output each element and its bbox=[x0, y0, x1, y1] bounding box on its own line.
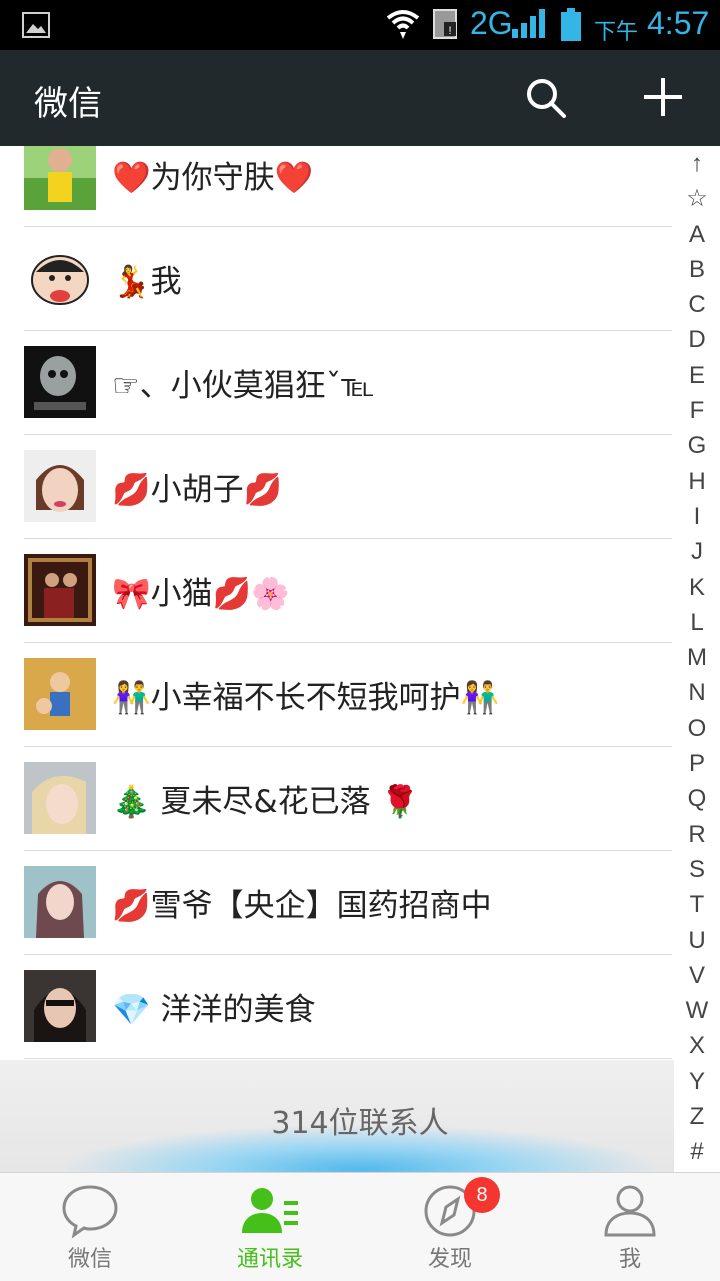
tab-label: 发现 bbox=[427, 1247, 472, 1272]
contact-row[interactable]: 💃我 bbox=[24, 226, 672, 331]
index-letter[interactable]: J bbox=[674, 534, 720, 569]
contact-name: 💎 洋洋的美食 bbox=[112, 992, 316, 1028]
tab-chats[interactable]: 微信 bbox=[0, 1173, 180, 1281]
plus-icon bbox=[644, 78, 682, 116]
search-button[interactable] bbox=[524, 76, 568, 120]
index-letter[interactable]: W bbox=[674, 993, 720, 1028]
status-bar: ! 2G 下午 4:57 bbox=[0, 0, 720, 50]
contact-count-footer: 314位联系人 bbox=[0, 1060, 674, 1172]
tab-label: 微信 bbox=[67, 1247, 112, 1272]
index-letter[interactable]: ↑ bbox=[674, 146, 720, 181]
index-letter[interactable]: C bbox=[674, 287, 720, 322]
index-letter[interactable]: E bbox=[674, 358, 720, 393]
index-letter[interactable]: O bbox=[674, 711, 720, 746]
signal-icon bbox=[512, 9, 545, 38]
index-letter[interactable]: F bbox=[674, 393, 720, 428]
sim-card-icon: ! bbox=[433, 9, 457, 39]
index-letter[interactable]: M bbox=[674, 640, 720, 675]
contact-row[interactable]: 🎄 夏未尽&花已落 🌹 bbox=[24, 746, 672, 851]
index-letter[interactable]: G bbox=[674, 428, 720, 463]
search-icon bbox=[527, 79, 566, 118]
battery-icon bbox=[561, 8, 581, 41]
index-letter[interactable]: I bbox=[674, 499, 720, 534]
bottom-nav: 微信 通讯录 8 发现 我 bbox=[0, 1172, 720, 1281]
alphabet-index[interactable]: ↑ ☆ A B C D E F G H I J K L M N O P Q R S T U V W X Y Z # bbox=[674, 146, 720, 1170]
index-letter[interactable]: H bbox=[674, 464, 720, 499]
index-letter[interactable]: X bbox=[674, 1028, 720, 1063]
index-letter[interactable]: Z bbox=[674, 1099, 720, 1134]
index-letter[interactable]: Q bbox=[674, 781, 720, 816]
contact-row[interactable]: 🎀小猫💋🌸 bbox=[24, 538, 672, 643]
contact-name: 🎀小猫💋🌸 bbox=[112, 576, 290, 612]
svg-text:!: ! bbox=[448, 25, 451, 37]
image-notification-icon bbox=[22, 12, 50, 38]
contact-row[interactable]: 👫小幸福不长不短我呵护👫 bbox=[24, 642, 672, 747]
avatar bbox=[24, 866, 96, 938]
contact-row[interactable]: ☞、小伙莫猖狂ˇ℡ bbox=[24, 330, 672, 435]
index-letter[interactable]: Y bbox=[674, 1064, 720, 1099]
page-title: 微信 bbox=[34, 84, 102, 124]
wifi-icon bbox=[386, 10, 420, 39]
contact-list[interactable]: ❤️为你守肤❤️ 💃我 ☞、小伙莫猖狂ˇ℡ 💋小胡子💋 🎀小猫💋🌸 👫小幸福不长… bbox=[0, 146, 672, 1060]
contact-name: 👫小幸福不长不短我呵护👫 bbox=[112, 680, 500, 716]
index-letter[interactable]: V bbox=[674, 958, 720, 993]
avatar bbox=[24, 146, 96, 210]
avatar bbox=[24, 762, 96, 834]
index-letter[interactable]: P bbox=[674, 746, 720, 781]
network-type: 2G bbox=[470, 5, 513, 41]
clock-ampm: 下午 bbox=[594, 20, 639, 45]
contact-count: 314位联系人 bbox=[271, 1106, 449, 1141]
avatar bbox=[24, 554, 96, 626]
chat-bubble-icon bbox=[62, 1185, 118, 1239]
tab-label: 通讯录 bbox=[236, 1247, 303, 1272]
tab-contacts[interactable]: 通讯录 bbox=[180, 1173, 360, 1281]
index-letter[interactable]: T bbox=[674, 887, 720, 922]
index-letter[interactable]: S bbox=[674, 852, 720, 887]
discover-badge: 8 bbox=[464, 1177, 500, 1213]
contact-name: 💋雪爷【央企】国药招商中 bbox=[112, 888, 492, 924]
clock: 4:57 bbox=[647, 5, 710, 41]
add-button[interactable] bbox=[640, 74, 686, 120]
index-letter[interactable]: ☆ bbox=[674, 181, 720, 216]
index-letter[interactable]: D bbox=[674, 322, 720, 357]
avatar bbox=[24, 346, 96, 418]
contact-row[interactable]: ❤️为你守肤❤️ bbox=[24, 146, 672, 227]
app-header: 微信 bbox=[0, 50, 720, 146]
contact-name: 💋小胡子💋 bbox=[112, 472, 283, 508]
contact-name: ☞、小伙莫猖狂ˇ℡ bbox=[112, 368, 375, 404]
contact-name: 💃我 bbox=[112, 264, 182, 300]
contact-row[interactable]: 💋小胡子💋 bbox=[24, 434, 672, 539]
tab-me[interactable]: 我 bbox=[540, 1173, 720, 1281]
avatar bbox=[24, 658, 96, 730]
contacts-icon bbox=[242, 1188, 298, 1233]
index-letter[interactable]: L bbox=[674, 605, 720, 640]
tab-discover[interactable]: 8 发现 bbox=[360, 1173, 540, 1281]
index-letter[interactable]: N bbox=[674, 675, 720, 710]
index-letter[interactable]: # bbox=[674, 1134, 720, 1169]
avatar bbox=[24, 242, 96, 314]
index-letter[interactable]: K bbox=[674, 570, 720, 605]
avatar bbox=[24, 450, 96, 522]
index-letter[interactable]: A bbox=[674, 217, 720, 252]
contact-name: ❤️为你守肤❤️ bbox=[112, 160, 314, 196]
contact-name: 🎄 夏未尽&花已落 🌹 bbox=[112, 784, 420, 820]
avatar bbox=[24, 970, 96, 1042]
index-letter[interactable]: U bbox=[674, 923, 720, 958]
tab-label: 我 bbox=[618, 1247, 641, 1272]
index-letter[interactable]: B bbox=[674, 252, 720, 287]
index-letter[interactable]: R bbox=[674, 817, 720, 852]
contact-row[interactable]: 💋雪爷【央企】国药招商中 bbox=[24, 850, 672, 955]
contact-row[interactable]: 💎 洋洋的美食 bbox=[24, 954, 672, 1059]
person-icon bbox=[604, 1185, 656, 1237]
